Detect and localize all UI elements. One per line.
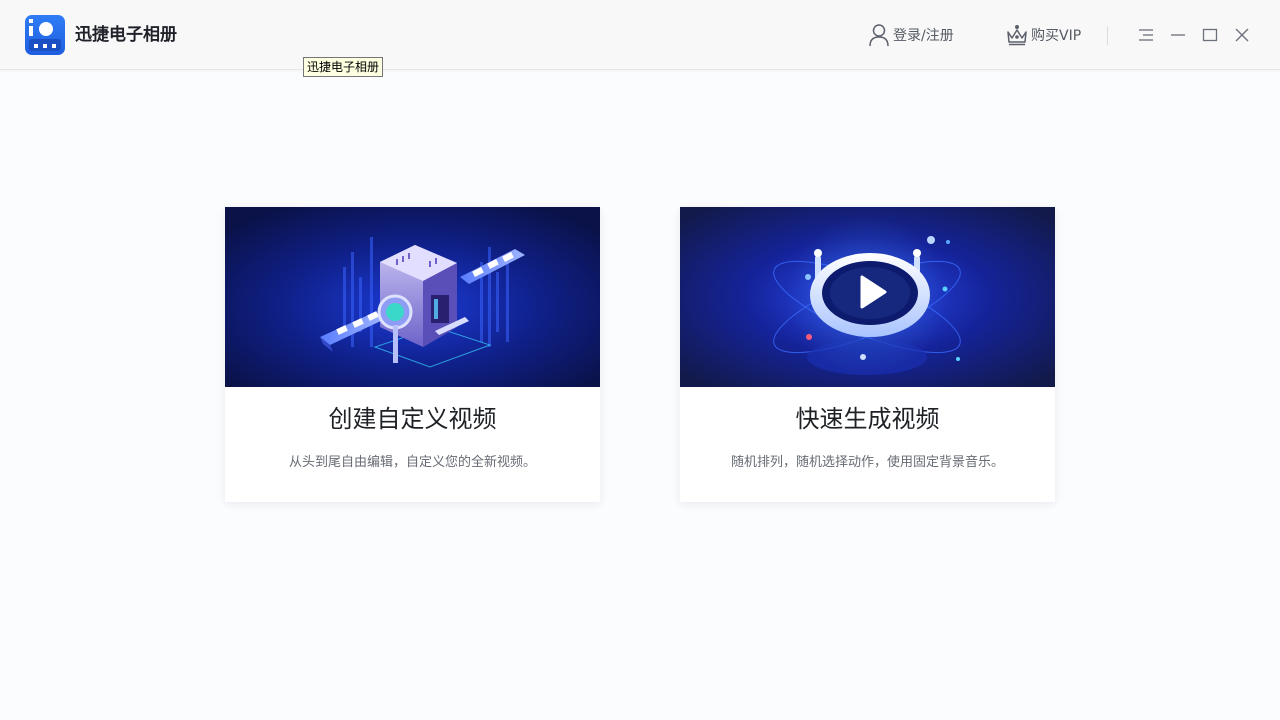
card-description: 从头到尾自由编辑，自定义您的全新视频。 — [288, 455, 536, 470]
close-icon — [1235, 28, 1249, 42]
buy-vip-label: 购买VIP — [1031, 28, 1082, 44]
app-title-tooltip: 迅捷电子相册 — [303, 57, 384, 77]
app-logo-icon — [29, 19, 61, 51]
login-register-link[interactable]: 登录/注册 — [868, 22, 954, 48]
crown-icon — [1007, 25, 1027, 46]
buy-vip-link[interactable]: 购买VIP — [1006, 22, 1081, 48]
film-machine-illustration — [225, 207, 600, 387]
maximize-button[interactable] — [1200, 24, 1220, 46]
close-button[interactable] — [1232, 24, 1252, 46]
login-register-label: 登录/注册 — [893, 28, 954, 44]
card-description: 随机排列，随机选择动作，使用固定背景音乐。 — [730, 455, 1004, 470]
app-logo — [25, 15, 65, 55]
menu-icon — [1139, 29, 1153, 41]
maximize-icon — [1202, 28, 1218, 42]
play-button-illustration — [680, 207, 1055, 387]
title-bar-divider — [1107, 26, 1108, 45]
menu-button[interactable] — [1136, 24, 1156, 46]
card-title: 创建自定义视频 — [328, 405, 497, 433]
minimize-icon — [1171, 34, 1185, 36]
title-bar: 迅捷电子相册 登录/注册 购买VIP — [0, 0, 1280, 70]
user-icon — [869, 24, 889, 47]
app-title: 迅捷电子相册 — [75, 25, 177, 45]
minimize-button[interactable] — [1168, 24, 1188, 46]
card-title: 快速生成视频 — [795, 405, 940, 433]
create-custom-video-card[interactable]: 创建自定义视频 从头到尾自由编辑，自定义您的全新视频。 — [225, 207, 600, 502]
quick-generate-video-card[interactable]: 快速生成视频 随机排列，随机选择动作，使用固定背景音乐。 — [680, 207, 1055, 502]
